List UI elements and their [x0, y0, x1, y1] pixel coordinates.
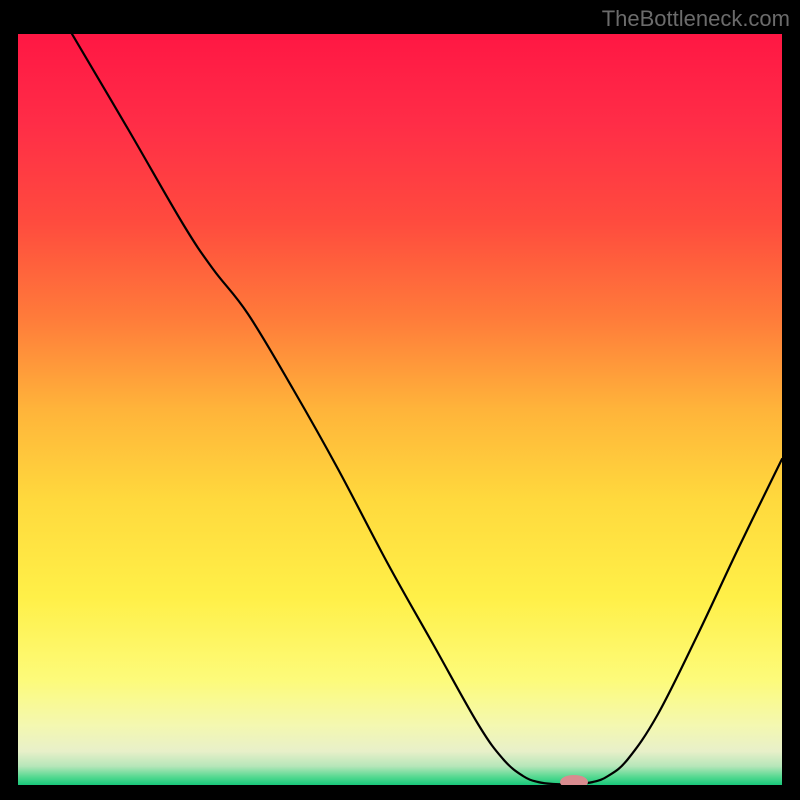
- watermark-text: TheBottleneck.com: [602, 6, 790, 32]
- gradient-background: [18, 34, 782, 785]
- chart-container: [18, 34, 782, 785]
- chart-svg: [18, 34, 782, 785]
